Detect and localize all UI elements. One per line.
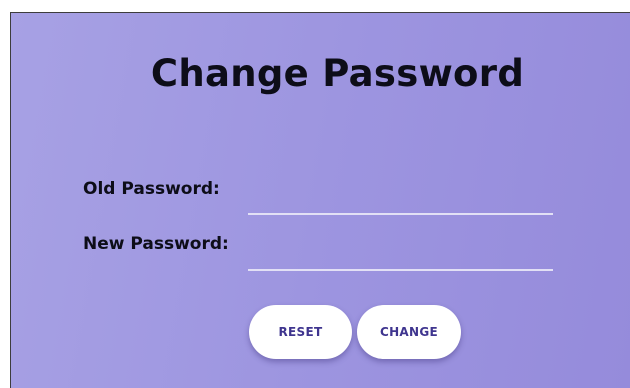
new-password-field[interactable] bbox=[248, 245, 553, 271]
old-password-field[interactable] bbox=[248, 189, 553, 215]
old-password-label: Old Password: bbox=[83, 179, 220, 199]
new-password-label: New Password: bbox=[83, 234, 229, 254]
page-title: Change Password bbox=[150, 52, 525, 95]
change-button[interactable]: CHANGE bbox=[357, 305, 461, 359]
reset-button[interactable]: RESET bbox=[249, 305, 352, 359]
change-password-card: Change Password Old Password: New Passwo… bbox=[10, 12, 630, 388]
